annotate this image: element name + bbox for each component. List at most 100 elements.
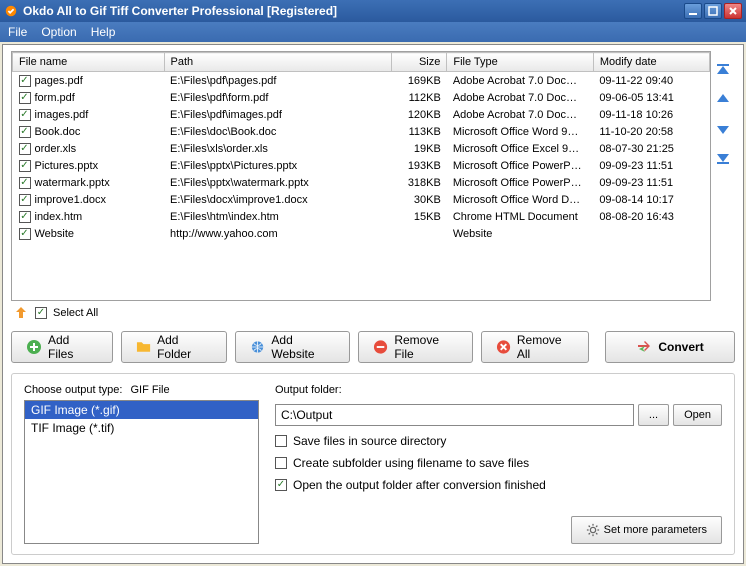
output-folder-label: Output folder: [275,384,722,396]
window-title: Okdo All to Gif Tiff Converter Professio… [23,4,684,18]
file-name: images.pdf [35,109,89,121]
file-name: pages.pdf [35,75,83,87]
open-after-label: Open the output folder after conversion … [293,478,546,492]
table-row[interactable]: improve1.docxE:\Files\docx\improve1.docx… [13,191,710,208]
file-date: 08-07-30 21:25 [593,140,709,157]
file-date: 09-08-14 10:17 [593,191,709,208]
select-all-label: Select All [53,307,98,319]
remove-all-icon [496,339,511,355]
menu-help[interactable]: Help [91,25,116,39]
file-size: 30KB [391,191,447,208]
create-subfolder-checkbox[interactable] [275,457,287,469]
move-down-icon[interactable] [714,119,732,137]
current-type-label: GIF File [130,384,169,396]
row-checkbox[interactable] [19,109,31,121]
move-top-icon[interactable] [714,63,732,81]
output-folder-input[interactable] [275,404,634,426]
row-checkbox[interactable] [19,177,31,189]
file-path: E:\Files\pdf\form.pdf [164,89,391,106]
add-website-button[interactable]: Add Website [235,331,350,363]
file-name: form.pdf [35,92,75,104]
output-type-listbox[interactable]: GIF Image (*.gif)TIF Image (*.tif) [24,400,259,544]
row-checkbox[interactable] [19,228,31,240]
file-type: Microsoft Office PowerP… [447,174,593,191]
add-files-button[interactable]: Add Files [11,331,113,363]
app-icon [4,4,18,18]
convert-icon [636,339,652,355]
file-path: E:\Files\htm\index.htm [164,208,391,225]
file-path: http://www.yahoo.com [164,225,391,242]
file-type: Adobe Acrobat 7.0 Doc… [447,106,593,123]
create-subfolder-label: Create subfolder using filename to save … [293,456,529,470]
file-table[interactable]: File name Path Size File Type Modify dat… [11,51,711,301]
file-size [391,225,447,242]
row-checkbox[interactable] [19,160,31,172]
file-size: 193KB [391,157,447,174]
row-checkbox[interactable] [19,126,31,138]
file-path: E:\Files\pdf\pages.pdf [164,72,391,90]
output-type-item[interactable]: TIF Image (*.tif) [25,419,258,437]
menu-option[interactable]: Option [41,25,76,39]
col-header-name[interactable]: File name [13,53,165,72]
file-type: Adobe Acrobat 7.0 Doc… [447,89,593,106]
row-checkbox[interactable] [19,194,31,206]
row-checkbox[interactable] [19,143,31,155]
row-checkbox[interactable] [19,92,31,104]
file-date: 09-11-22 09:40 [593,72,709,90]
remove-file-button[interactable]: Remove File [358,331,473,363]
file-date [593,225,709,242]
file-path: E:\Files\docx\improve1.docx [164,191,391,208]
file-path: E:\Files\pptx\Pictures.pptx [164,157,391,174]
file-size: 19KB [391,140,447,157]
open-folder-button[interactable]: Open [673,404,722,426]
plus-icon [26,339,42,355]
select-all-checkbox[interactable] [35,307,47,319]
file-date: 08-08-20 16:43 [593,208,709,225]
open-after-checkbox[interactable] [275,479,287,491]
minus-icon [373,339,388,355]
convert-button[interactable]: Convert [605,331,735,363]
row-checkbox[interactable] [19,75,31,87]
minimize-button[interactable] [684,3,702,19]
output-type-item[interactable]: GIF Image (*.gif) [25,401,258,419]
file-date: 09-11-18 10:26 [593,106,709,123]
file-path: E:\Files\pptx\watermark.pptx [164,174,391,191]
file-date: 11-10-20 20:58 [593,123,709,140]
table-row[interactable]: watermark.pptx E:\Files\pptx\watermark.pp… [13,174,710,191]
gear-icon [586,523,600,537]
close-button[interactable] [724,3,742,19]
file-type: Adobe Acrobat 7.0 Doc… [447,72,593,90]
table-row[interactable]: Pictures.pptxE:\Files\pptx\Pictures.pptx… [13,157,710,174]
col-header-size[interactable]: Size [391,53,447,72]
add-folder-button[interactable]: Add Folder [121,331,227,363]
file-type: Website [447,225,593,242]
row-checkbox[interactable] [19,211,31,223]
move-up-icon[interactable] [714,91,732,109]
save-in-source-label: Save files in source directory [293,434,446,448]
save-in-source-checkbox[interactable] [275,435,287,447]
table-row[interactable]: order.xlsE:\Files\xls\order.xls19KBMicro… [13,140,710,157]
col-header-path[interactable]: Path [164,53,391,72]
table-row[interactable]: index.htmE:\Files\htm\index.htm15KBChrom… [13,208,710,225]
table-row[interactable]: pages.pdfE:\Files\pdf\pages.pdf169KBAdob… [13,72,710,90]
globe-icon [250,339,265,355]
file-name: watermark.pptx [35,177,110,189]
file-size: 120KB [391,106,447,123]
col-header-type[interactable]: File Type [447,53,593,72]
table-row[interactable]: form.pdf E:\Files\pdf\form.pdf112KBAdobe … [13,89,710,106]
table-row[interactable]: Websitehttp://www.yahoo.comWebsite [13,225,710,242]
file-size: 112KB [391,89,447,106]
table-row[interactable]: Book.docE:\Files\doc\Book.doc113KBMicros… [13,123,710,140]
more-parameters-button[interactable]: Set more parameters [571,516,722,544]
table-row[interactable]: images.pdfE:\Files\pdf\images.pdf120KBAd… [13,106,710,123]
menu-file[interactable]: File [8,25,27,39]
file-size: 318KB [391,174,447,191]
move-bottom-icon[interactable] [714,147,732,165]
maximize-button[interactable] [704,3,722,19]
file-type: Microsoft Office Word D… [447,191,593,208]
remove-all-button[interactable]: Remove All [481,331,589,363]
file-date: 09-09-23 11:51 [593,174,709,191]
up-folder-icon[interactable] [13,305,29,321]
col-header-date[interactable]: Modify date [593,53,709,72]
browse-button[interactable]: ... [638,404,669,426]
